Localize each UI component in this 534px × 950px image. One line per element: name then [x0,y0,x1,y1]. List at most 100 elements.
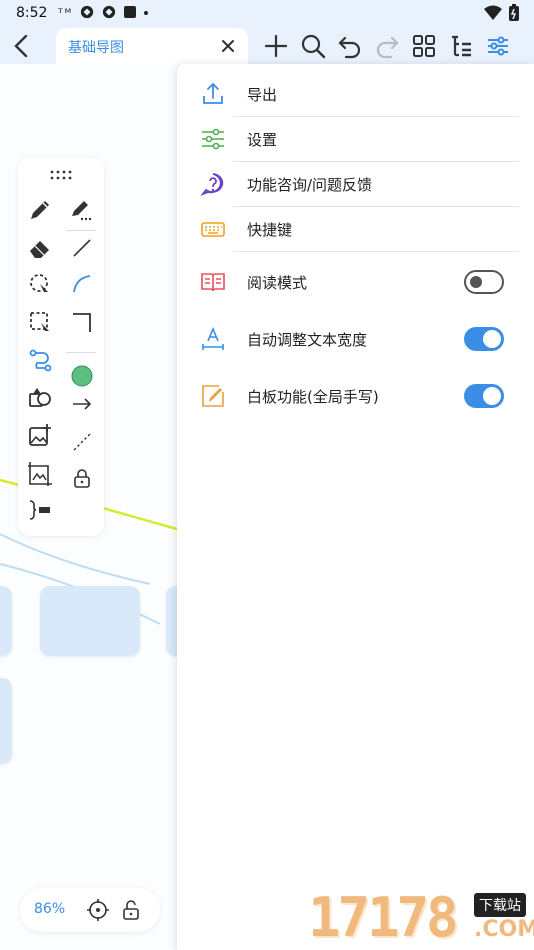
dot-icon [144,11,149,15]
unlock-icon[interactable] [120,898,144,922]
battery-icon [509,4,519,21]
reading-mode-toggle[interactable] [464,270,504,294]
sliders-icon [488,36,508,56]
status-time: 8:52 [16,5,48,21]
add-button[interactable] [262,32,290,60]
settings-panel-button[interactable] [484,32,512,60]
search-button[interactable] [299,32,327,60]
toolbox-divider [66,230,96,231]
book-icon [199,268,227,296]
image-frame-tool[interactable] [26,460,54,488]
pen-style-tool[interactable] [68,196,96,224]
watermark-number: 17178 [308,886,459,949]
shapes-icon [29,388,51,407]
toggle-knob [470,276,482,288]
grid-icon [413,35,435,57]
elbow-line-tool[interactable] [68,308,96,336]
mindmap-node[interactable] [0,586,12,656]
arrow-right-icon [73,398,92,410]
eraser-icon [30,241,49,258]
zoom-level[interactable]: 86% [34,901,65,917]
dashed-line-icon [73,433,91,451]
export-icon [199,80,227,108]
status-system-icons [483,4,520,26]
menu-item-feedback[interactable]: 功能咨询/问题反馈 [177,162,534,206]
brace-icon [29,500,50,520]
zoom-bar: 86% [20,888,160,932]
undo-icon [338,36,361,59]
wifi-icon [483,5,502,20]
menu-item-auto-text-width[interactable]: 自动调整文本宽度 [177,317,534,361]
status-bar: 8:52 ᵀᴹ [0,0,534,28]
pen-tool[interactable] [26,196,54,224]
lasso-tool[interactable] [26,270,54,298]
lock-tool[interactable] [68,464,96,492]
watermark-badge: 下载站 [474,893,526,917]
whiteboard-toggle[interactable] [464,384,504,408]
mindmap-node[interactable] [40,586,140,656]
tab-title: 基础导图 [68,40,124,56]
arc-icon [73,275,91,293]
back-button[interactable] [6,30,38,62]
line-tool[interactable] [68,234,96,262]
back-arrow-icon [14,34,28,58]
lock-icon [74,469,90,488]
lasso-icon [30,274,48,292]
rect-select-icon [30,312,49,331]
green-color-dot-icon [71,365,93,387]
menu-label-shortcuts: 快捷键 [247,221,293,239]
menu-item-reading-mode[interactable]: 阅读模式 [177,260,534,304]
text-width-icon [199,325,227,353]
shape-tool[interactable] [26,384,54,412]
redo-button[interactable] [373,32,401,60]
mindmap-node[interactable] [0,678,12,764]
bracket-tool[interactable] [26,496,54,524]
pen-dotted-icon [72,201,92,221]
elbow-icon [73,313,91,332]
auto-text-width-toggle[interactable] [464,327,504,351]
menu-item-whiteboard[interactable]: 白板功能(全局手写) [177,374,534,418]
undo-button[interactable] [336,32,364,60]
curve-tool[interactable] [68,270,96,298]
menu-item-export[interactable]: 导出 [177,72,534,116]
menu-label-export: 导出 [247,86,278,104]
outline-button[interactable] [447,32,475,60]
select-tool[interactable] [26,308,54,336]
eraser-tool[interactable] [26,234,54,262]
toggle-knob [483,387,501,405]
toggle-knob [483,330,501,348]
status-notification-icons: ᵀᴹ [58,5,150,20]
layout-grid-button[interactable] [410,32,438,60]
image-frame-icon [28,462,52,486]
help-icon [199,170,227,198]
plus-icon [264,34,288,58]
connector-tool[interactable] [26,346,54,374]
sync-icon-2 [102,5,115,19]
menu-divider [233,251,519,252]
locate-center-icon[interactable] [86,898,110,922]
image-add-icon [29,424,51,446]
menu-label-auto-text-width: 自动调整文本宽度 [247,331,368,349]
insert-image-tool[interactable] [26,422,54,450]
outline-tree-icon [452,35,471,57]
sync-icon [80,5,94,19]
top-toolbar: 基础导图 [0,28,534,64]
line-icon [73,239,91,257]
document-tab[interactable]: 基础导图 [56,28,248,64]
menu-label-feedback: 功能咨询/问题反馈 [247,176,373,194]
dashed-line-tool[interactable] [68,428,96,456]
arrow-tool[interactable] [68,390,96,418]
connector-icon [29,349,52,372]
search-icon [301,34,326,59]
whiteboard-pen-icon [199,382,227,410]
menu-item-settings[interactable]: 设置 [177,117,534,161]
watermark-domain: .COM [474,917,534,942]
settings-menu-panel: 导出 设置 功能咨询/问题反馈 快捷键 阅读模式 自动调整文本宽度 白板功能(全… [177,64,534,950]
close-icon [222,40,234,52]
drag-handle-icon[interactable] [49,170,73,180]
tab-close-button[interactable] [216,34,240,58]
menu-item-shortcuts[interactable]: 快捷键 [177,207,534,251]
toolbox-divider [66,352,96,353]
keyboard-icon [199,215,227,243]
color-picker[interactable] [68,362,96,390]
